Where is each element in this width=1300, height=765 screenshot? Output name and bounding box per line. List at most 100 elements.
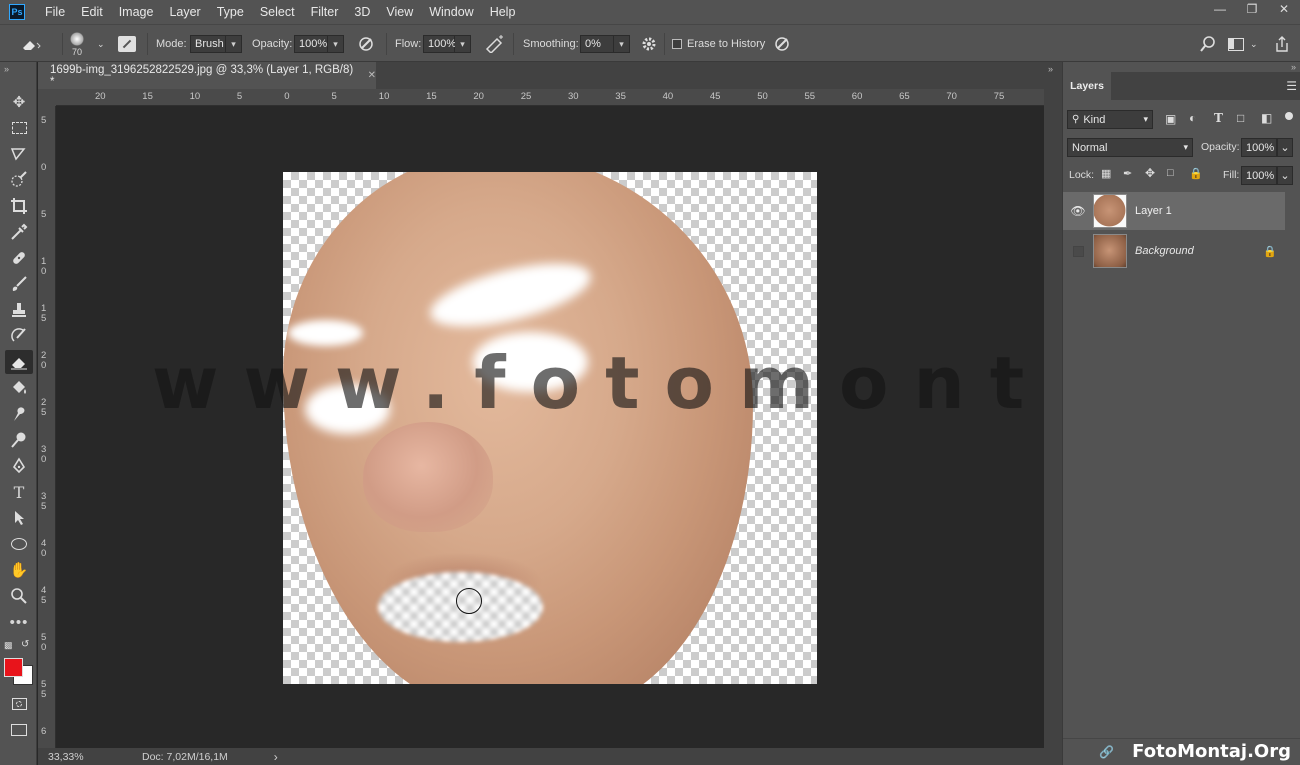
- menu-layer[interactable]: Layer: [161, 0, 208, 24]
- search-icon[interactable]: [1199, 25, 1217, 63]
- lock-position-icon[interactable]: ✥: [1145, 166, 1155, 180]
- layers-tab[interactable]: Layers: [1063, 72, 1111, 100]
- workspace-icon[interactable]: ⌄: [1228, 25, 1258, 63]
- pixel-filter-icon[interactable]: ▣: [1165, 112, 1176, 126]
- healing-brush-tool-icon[interactable]: [5, 246, 33, 270]
- default-colors-icon[interactable]: ▩: [4, 640, 13, 651]
- smoothing-field[interactable]: 0% ▾: [580, 25, 630, 63]
- layer-name[interactable]: Background: [1135, 245, 1194, 257]
- fill-value[interactable]: 100%: [1241, 166, 1277, 185]
- erase-to-history-checkbox[interactable]: Erase to History: [672, 25, 765, 63]
- smoothing-value[interactable]: 0%: [580, 35, 614, 53]
- menu-filter[interactable]: Filter: [303, 0, 347, 24]
- lock-artboard-icon[interactable]: □: [1167, 167, 1174, 179]
- chevron-down-icon[interactable]: ⌄: [1277, 138, 1293, 157]
- mode-select[interactable]: Brush ▾: [190, 25, 242, 63]
- screen-mode-icon[interactable]: [5, 718, 33, 742]
- visibility-toggle[interactable]: [1063, 245, 1093, 257]
- quick-mask-icon[interactable]: [5, 692, 33, 716]
- ruler-origin[interactable]: [38, 89, 56, 106]
- layer-name[interactable]: Layer 1: [1135, 205, 1172, 217]
- swap-colors-icon[interactable]: ↺: [21, 639, 29, 650]
- layer-opacity-value[interactable]: 100%: [1241, 138, 1277, 157]
- menu-image[interactable]: Image: [111, 0, 162, 24]
- foreground-color-swatch[interactable]: [4, 658, 23, 677]
- pressure-opacity-icon[interactable]: [356, 25, 376, 63]
- restore-icon[interactable]: ❐: [1236, 0, 1268, 18]
- zoom-tool-icon[interactable]: [5, 584, 33, 608]
- history-brush-tool-icon[interactable]: [5, 324, 33, 348]
- flow-value[interactable]: 100%: [423, 35, 456, 53]
- minimize-icon[interactable]: —: [1204, 0, 1236, 18]
- smudge-tool-icon[interactable]: [5, 402, 33, 426]
- lock-all-icon[interactable]: 🔒: [1189, 167, 1203, 180]
- flow-field[interactable]: 100% ▾: [423, 25, 471, 63]
- gear-icon[interactable]: [641, 25, 657, 63]
- dodge-tool-icon[interactable]: [5, 428, 33, 452]
- lock-transparent-icon[interactable]: ▦: [1101, 167, 1111, 180]
- brush-preset-chevron-icon[interactable]: ⌄: [97, 25, 105, 63]
- share-icon[interactable]: [1274, 25, 1290, 63]
- eye-icon[interactable]: 👁: [1063, 204, 1093, 218]
- document-canvas-image[interactable]: [283, 172, 817, 684]
- quick-selection-tool-icon[interactable]: [5, 168, 33, 192]
- close-icon[interactable]: ✕: [1268, 0, 1300, 18]
- document-tab[interactable]: 1699b-img_3196252822529.jpg @ 33,3% (Lay…: [38, 62, 376, 89]
- menu-type[interactable]: Type: [209, 0, 252, 24]
- opacity-field[interactable]: 100% ▾: [294, 25, 344, 63]
- layer-filter-select[interactable]: ⚲ Kind ▾: [1067, 110, 1153, 129]
- eraser-tool-preset-icon[interactable]: [20, 25, 42, 63]
- airbrush-icon[interactable]: [484, 25, 506, 63]
- eyedropper-tool-icon[interactable]: [5, 220, 33, 244]
- type-filter-icon[interactable]: T: [1214, 111, 1223, 125]
- brush-tool-icon[interactable]: [5, 272, 33, 296]
- menu-select[interactable]: Select: [252, 0, 303, 24]
- filter-toggle-icon[interactable]: [1285, 112, 1293, 120]
- pressure-size-icon[interactable]: [772, 25, 792, 63]
- lasso-tool-icon[interactable]: [5, 142, 33, 166]
- brush-settings-panel-icon[interactable]: [118, 25, 136, 63]
- path-selection-tool-icon[interactable]: [5, 506, 33, 530]
- brush-preset-picker[interactable]: 70: [70, 25, 84, 63]
- more-tools-icon[interactable]: •••: [5, 610, 33, 634]
- pen-tool-icon[interactable]: [5, 454, 33, 478]
- ellipse-tool-icon[interactable]: [5, 532, 33, 556]
- horizontal-ruler[interactable]: 20 15 10 5 0 5 10 15 20 25 30 35 40 45 50 55 60 65 70 75: [56, 89, 1044, 106]
- chevron-right-icon[interactable]: ›: [274, 750, 278, 764]
- opacity-value[interactable]: 100%: [294, 35, 328, 53]
- chevron-down-icon[interactable]: ▾: [614, 35, 630, 53]
- paint-bucket-tool-icon[interactable]: [5, 376, 33, 400]
- crop-tool-icon[interactable]: [5, 194, 33, 218]
- layer-row-layer-1[interactable]: 👁 Layer 1: [1063, 192, 1285, 230]
- canvas-area[interactable]: www.fotomontaj.org: [57, 106, 1044, 748]
- lock-image-pixels-icon[interactable]: ✒: [1123, 167, 1132, 180]
- marquee-tool-icon[interactable]: [5, 116, 33, 140]
- chevron-down-icon[interactable]: ⌄: [1277, 166, 1293, 185]
- vertical-ruler[interactable]: 5 0 5 1 0 1 5 2 0 2 5 3 0 3 5 4 0 4 5 5 0 5 5 6: [38, 106, 56, 748]
- type-tool-icon[interactable]: T: [5, 480, 33, 504]
- adjustment-filter-icon[interactable]: ◐: [1189, 111, 1196, 125]
- collapse-panel-icon[interactable]: »: [1048, 64, 1053, 74]
- collapse-panel-icon[interactable]: »: [4, 64, 9, 74]
- panel-menu-icon[interactable]: ☰: [1286, 79, 1297, 93]
- blend-mode-select[interactable]: Normal ▾: [1067, 138, 1193, 157]
- move-tool-icon[interactable]: ✥: [5, 90, 33, 114]
- link-layers-icon[interactable]: 🔗: [1099, 745, 1114, 759]
- hand-tool-icon[interactable]: ✋: [5, 558, 33, 582]
- eraser-tool-icon[interactable]: [5, 350, 33, 374]
- expand-panel-icon[interactable]: »: [1291, 62, 1296, 72]
- menu-3d[interactable]: 3D: [346, 0, 378, 24]
- menu-edit[interactable]: Edit: [73, 0, 111, 24]
- zoom-level[interactable]: 33,33%: [48, 751, 128, 763]
- menu-help[interactable]: Help: [482, 0, 524, 24]
- smart-object-filter-icon[interactable]: ◧: [1261, 111, 1272, 125]
- chevron-down-icon[interactable]: ▾: [328, 35, 344, 53]
- menu-view[interactable]: View: [378, 0, 421, 24]
- chevron-down-icon[interactable]: ▾: [455, 35, 471, 53]
- menu-file[interactable]: File: [37, 0, 73, 24]
- layer-row-background[interactable]: Background 🔒: [1063, 232, 1285, 270]
- shape-filter-icon[interactable]: □: [1237, 111, 1244, 125]
- clone-stamp-tool-icon[interactable]: [5, 298, 33, 322]
- menu-window[interactable]: Window: [421, 0, 481, 24]
- close-tab-icon[interactable]: ✕: [368, 70, 376, 81]
